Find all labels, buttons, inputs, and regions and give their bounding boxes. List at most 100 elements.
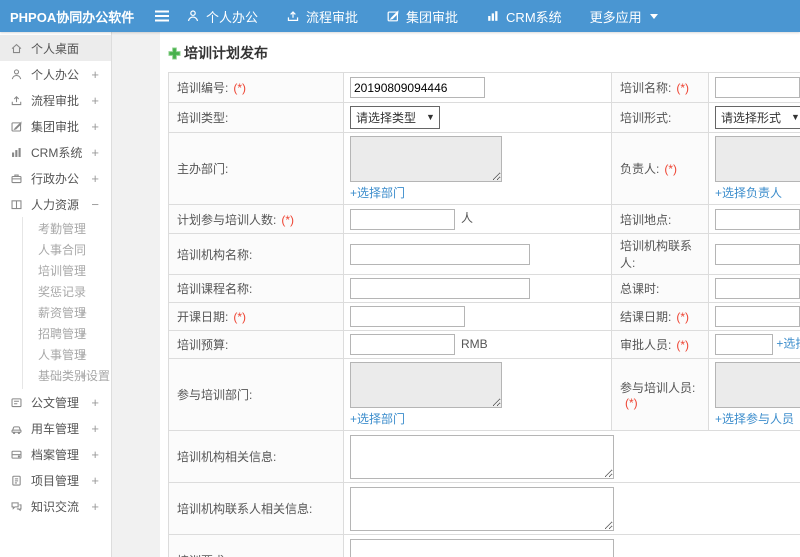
top-menu-personal-office[interactable]: 个人办公 — [186, 7, 258, 26]
select-approver-link[interactable]: +选择审批人员 — [776, 337, 800, 351]
form-row: 培训课程名称: 总课时: — [168, 274, 800, 303]
top-menu-label: 个人办公 — [206, 9, 259, 25]
sidebar-subitem-training[interactable]: 培训管理 — [23, 260, 111, 281]
org-name-input[interactable] — [350, 243, 530, 265]
expand-icon[interactable]: + — [91, 145, 99, 160]
top-menu-more-apps[interactable]: 更多应用 — [590, 7, 658, 26]
training-place-input[interactable] — [715, 208, 800, 230]
form-row: 培训机构联系人相关信息: — [168, 482, 800, 535]
field-label: 培训课程名称: — [177, 282, 253, 296]
sidebar-item-workflow-approval[interactable]: 流程审批 + — [0, 87, 111, 113]
sidebar-item-human-resources[interactable]: 人力资源 − — [0, 191, 111, 217]
expand-icon[interactable]: + — [79, 347, 87, 362]
org-contact-info-textarea[interactable] — [350, 486, 614, 531]
form-row: 主办部门: +选择部门 负责人: (*) +选择负责人 — [168, 132, 800, 205]
form-row: 培训机构名称: 培训机构联系人: — [168, 233, 800, 275]
sidebar-subitem-rewards[interactable]: 奖惩记录 — [23, 281, 111, 302]
required-mark: (*) — [233, 310, 247, 324]
select-join-people-link[interactable]: +选择参与人员 — [715, 410, 800, 427]
expand-icon[interactable]: + — [91, 447, 99, 462]
sidebar-item-group-approval[interactable]: 集团审批 + — [0, 113, 111, 139]
sidebar-subitem-personnel[interactable]: 人事管理 + — [23, 344, 111, 365]
join-people-textarea[interactable] — [715, 362, 800, 408]
sidebar-item-label: 项目管理 — [31, 473, 80, 488]
form-row: 参与培训部门: +选择部门 参与培训人员:(*) +选择参与人员 — [168, 358, 800, 431]
join-dept-textarea[interactable] — [350, 362, 502, 408]
expand-icon[interactable]: + — [91, 395, 99, 410]
approver-input[interactable] — [715, 334, 773, 355]
required-mark: (*) — [676, 338, 690, 352]
sidebar-subitem-label: 人事合同 — [38, 243, 87, 257]
training-no-input[interactable] — [350, 77, 485, 98]
sidebar-item-official-doc[interactable]: 公文管理 + — [0, 389, 111, 415]
training-require-textarea[interactable] — [350, 538, 614, 557]
sidebar-subitem-attendance[interactable]: 考勤管理 — [23, 218, 111, 239]
training-type-select[interactable]: 请选择类型 ▼ — [350, 106, 440, 129]
upload-icon — [286, 9, 300, 23]
sidebar-item-project[interactable]: 项目管理 + — [0, 467, 111, 493]
required-mark: (*) — [676, 81, 690, 95]
expand-icon[interactable]: + — [91, 93, 99, 108]
top-menu-workflow-approval[interactable]: 流程审批 — [286, 7, 358, 26]
required-mark: (*) — [625, 396, 638, 410]
budget-input[interactable] — [350, 334, 455, 355]
expand-icon[interactable]: + — [91, 67, 99, 82]
sidebar-item-crm[interactable]: CRM系统 + — [0, 139, 111, 165]
unit-suffix: 人 — [461, 211, 474, 226]
expand-icon[interactable]: + — [91, 499, 99, 514]
top-menu-label: 集团审批 — [406, 9, 459, 25]
end-date-input[interactable] — [715, 306, 800, 327]
expand-icon[interactable]: + — [91, 171, 99, 186]
host-dept-textarea[interactable] — [350, 136, 502, 182]
select-join-dept-link[interactable]: +选择部门 — [350, 410, 605, 427]
field-label: 计划参与培训人数: — [177, 212, 277, 227]
chart-icon — [10, 146, 23, 159]
org-info-textarea[interactable] — [350, 434, 614, 479]
org-contact-input[interactable] — [715, 243, 800, 265]
sidebar-item-personal-office[interactable]: 个人办公 + — [0, 61, 111, 87]
sidebar-item-knowledge[interactable]: 知识交流 + — [0, 493, 111, 519]
planned-count-input[interactable] — [350, 208, 455, 230]
sidebar-item-vehicle[interactable]: 用车管理 + — [0, 415, 111, 441]
start-date-input[interactable] — [350, 306, 465, 327]
top-menu-label: CRM系统 — [506, 9, 562, 25]
sidebar-item-admin-office[interactable]: 行政办公 + — [0, 165, 111, 191]
field-label: 培训机构名称: — [177, 247, 253, 262]
expand-icon[interactable]: + — [91, 119, 99, 134]
form-row: 培训类型: 请选择类型 ▼ 培训形式: 请选择形式 ▼ — [168, 102, 800, 133]
top-menu-crm[interactable]: CRM系统 — [486, 7, 562, 26]
sidebar-subitem-label: 基础类别设置 — [38, 369, 111, 383]
field-label: 开课日期: — [177, 310, 229, 324]
top-menu-group-approval[interactable]: 集团审批 — [386, 7, 458, 26]
course-name-input[interactable] — [350, 278, 530, 299]
leader-textarea[interactable] — [715, 136, 800, 182]
collapse-icon[interactable]: − — [91, 197, 99, 212]
sidebar-item-label: 用车管理 — [31, 421, 80, 436]
field-label: 总课时: — [620, 282, 660, 296]
sidebar-subitem-recruit[interactable]: 招聘管理 + — [23, 323, 111, 344]
expand-icon[interactable]: + — [79, 305, 87, 320]
clipboard-icon — [10, 474, 23, 487]
select-leader-link[interactable]: +选择负责人 — [715, 184, 800, 201]
expand-icon[interactable]: + — [79, 326, 87, 341]
sidebar-subitem-base-category[interactable]: 基础类别设置 + — [23, 365, 111, 386]
form-row: 培训编号: (*) 培训名称: (*) — [168, 72, 800, 103]
select-dept-link[interactable]: +选择部门 — [350, 184, 605, 201]
sidebar-item-personal-desktop[interactable]: 个人桌面 — [0, 35, 111, 61]
sidebar-item-label: 集团审批 — [31, 119, 80, 134]
chart-icon — [486, 9, 500, 23]
sidebar-item-archive[interactable]: 档案管理 + — [0, 441, 111, 467]
select-value: 请选择类型 — [356, 111, 417, 125]
field-label: 参与培训部门: — [177, 388, 253, 402]
expand-icon[interactable]: + — [91, 421, 99, 436]
training-name-input[interactable] — [715, 77, 800, 98]
hamburger-menu-icon[interactable] — [154, 9, 170, 23]
plus-icon — [168, 46, 181, 60]
total-hours-input[interactable] — [715, 278, 800, 299]
archive-icon — [10, 448, 23, 461]
sidebar-subitem-salary[interactable]: 薪资管理 + — [23, 302, 111, 323]
training-mode-select[interactable]: 请选择形式 ▼ — [715, 106, 800, 129]
sidebar-subitem-hr-contract[interactable]: 人事合同 — [23, 239, 111, 260]
expand-icon[interactable]: + — [91, 473, 99, 488]
expand-icon[interactable]: + — [79, 368, 87, 383]
